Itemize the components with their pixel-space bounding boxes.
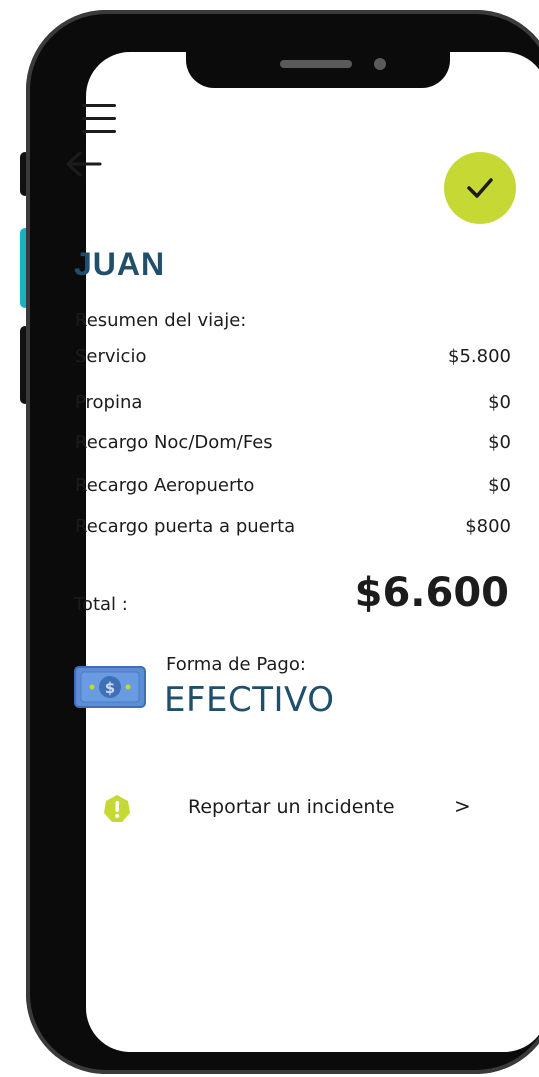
total-value: $6.600 [354,570,509,616]
report-incident-link[interactable]: Reportar un incidente [188,796,395,818]
summary-row: Recargo puerta a puerta $800 [75,516,511,537]
confirm-button[interactable] [444,152,516,224]
payment-method-label: Forma de Pago: [166,654,306,675]
summary-row-value: $0 [488,475,511,496]
cash-bill-icon: $ [74,666,146,708]
summary-row-value: $0 [488,392,511,413]
front-camera [374,58,386,70]
summary-row-value: $0 [488,432,511,453]
summary-row-value: $5.800 [448,346,511,367]
summary-row-label: Recargo Aeropuerto [75,475,255,496]
svg-text:$: $ [105,679,115,697]
summary-row: Recargo Noc/Dom/Fes $0 [75,432,511,453]
summary-row: Propina $0 [75,392,511,413]
summary-title: Resumen del viaje: [75,310,247,331]
summary-row: Servicio $5.800 [75,346,511,367]
chevron-right-icon[interactable]: > [454,794,471,818]
summary-row-label: Servicio [75,346,147,367]
speaker-grille [280,60,352,68]
alert-icon[interactable] [102,794,132,824]
summary-row-label: Recargo puerta a puerta [75,516,296,537]
payment-method-value: EFECTIVO [164,680,335,720]
hamburger-menu-icon[interactable] [82,104,116,134]
summary-title-row: Resumen del viaje: [75,310,511,331]
summary-row-label: Recargo Noc/Dom/Fes [75,432,273,453]
summary-row-value: $800 [465,516,511,537]
summary-row-label: Propina [75,392,143,413]
arrow-left-icon[interactable] [64,148,104,180]
passenger-name: JUAN [74,246,166,282]
summary-row: Recargo Aeropuerto $0 [75,475,511,496]
check-icon [467,178,493,198]
phone-notch [186,20,450,88]
